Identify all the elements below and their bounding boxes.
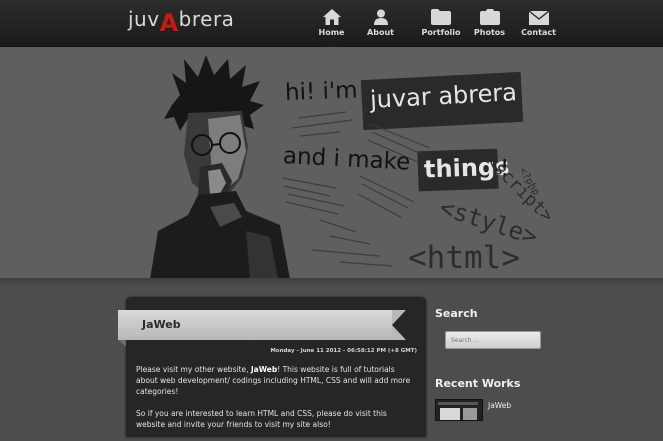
html-tag-text: <html> — [408, 240, 520, 276]
nav-item-contact[interactable]: Contact — [514, 0, 563, 46]
nav-item-portfolio[interactable]: Portfolio — [417, 0, 465, 46]
user-icon — [373, 9, 388, 25]
main-nav: Home About Portfolio Photos Contact — [307, 0, 563, 53]
nav-item-photos[interactable]: Photos — [465, 0, 514, 46]
portrait-illustration — [150, 55, 290, 279]
logo-text-part3: brera — [178, 7, 235, 31]
recent-work-thumbnail[interactable] — [435, 399, 483, 421]
nav-item-about[interactable]: About — [356, 0, 405, 46]
ribbon-tail — [392, 310, 406, 340]
ribbon-fold — [118, 340, 126, 347]
post-text: Please visit my other website, — [136, 365, 251, 374]
post-date: Monday - June 11 2012 - 06:58:12 PM (+8 … — [270, 348, 417, 354]
camera-icon — [479, 9, 500, 25]
post-bold-link: JaWeb — [250, 365, 278, 374]
post-title[interactable]: JaWeb — [142, 318, 181, 331]
recent-work-title[interactable]: JaWeb — [488, 401, 511, 410]
mail-icon — [528, 11, 549, 25]
folder-icon — [431, 9, 451, 25]
hero-greeting: hi! i'm — [284, 77, 359, 106]
nav-label: About — [367, 28, 394, 37]
search-heading: Search — [435, 307, 478, 320]
nav-label: Home — [318, 28, 345, 37]
logo-text-part1: juv — [128, 7, 160, 31]
search-input[interactable] — [445, 331, 541, 349]
site-logo[interactable]: juvAbrera — [128, 4, 235, 37]
top-header: juvAbrera Home About Portfolio Photos Co… — [0, 0, 663, 53]
nav-label: Contact — [521, 28, 556, 37]
home-icon — [322, 9, 341, 25]
nav-label: Portfolio — [421, 28, 461, 37]
hero-shadow — [0, 278, 663, 286]
post-body: Please visit my other website, JaWeb! Th… — [136, 364, 412, 441]
logo-text-part2: A — [159, 9, 179, 37]
nav-label: Photos — [473, 28, 506, 37]
recent-works-heading: Recent Works — [435, 377, 521, 390]
nav-item-home[interactable]: Home — [307, 0, 356, 53]
post-paragraph-2: So if you are interested to learn HTML a… — [136, 409, 387, 429]
post-paragraph-1: Please visit my other website, JaWeb! Th… — [136, 364, 412, 397]
